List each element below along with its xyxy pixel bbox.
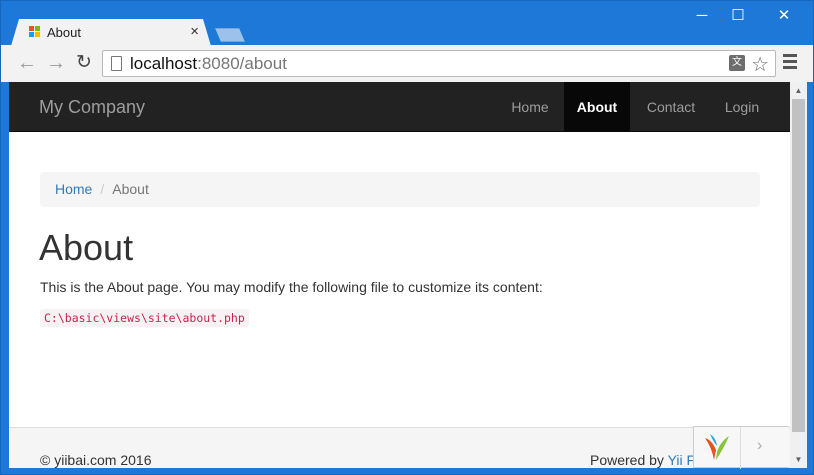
nav-about[interactable]: About [564,82,630,132]
file-path-code: C:\basic\views\site\about.php [40,309,249,327]
new-tab-button[interactable] [215,28,245,42]
url-host: localhost [130,54,198,73]
scroll-thumb[interactable] [792,99,805,432]
yii-logo-icon[interactable] [702,432,732,462]
breadcrumb-current: About [112,181,149,197]
url-path: :8080/about [197,54,287,73]
tab-title: About [47,25,81,40]
brand-link[interactable]: My Company [39,97,145,118]
scroll-down-icon[interactable]: ▼ [790,451,807,468]
url-text[interactable]: localhost:8080/about [130,54,287,74]
browser-tab[interactable]: About × [11,19,211,46]
title-bar: About × ─ ☐ ✕ [1,1,814,46]
copyright-text: © yiibai.com 2016 [40,452,152,468]
powered-by-prefix: Powered by [590,452,664,468]
browser-toolbar: ← → ↻ localhost:8080/about 文 ☆ [1,45,813,82]
page-title: About [39,227,134,268]
translate-icon[interactable]: 文 [729,55,745,71]
yii-debug-toolbar[interactable]: › [693,426,789,469]
maximize-button[interactable]: ☐ [718,5,758,27]
yii-framework-link[interactable]: Yii F [668,452,695,468]
page-description: This is the About page. You may modify t… [40,279,543,295]
browser-window: About × ─ ☐ ✕ ← → ↻ localhost:8080/about… [0,0,814,475]
page-footer: © yiibai.com 2016 Powered by Yii F [9,427,790,468]
vertical-scrollbar[interactable]: ▲ ▼ [790,82,807,468]
bookmark-star-icon[interactable]: ☆ [751,52,769,77]
tab-close-icon[interactable]: × [190,23,199,40]
nav-home[interactable]: Home [497,82,563,132]
page-icon [111,56,122,71]
breadcrumb: Home / About [40,172,760,207]
breadcrumb-separator: / [100,181,105,197]
address-bar[interactable]: localhost:8080/about 文 ☆ [102,50,776,77]
back-icon[interactable]: ← [17,52,37,74]
page-viewport: My Company Home About Contact Login Home… [9,82,790,468]
chevron-right-icon[interactable]: › [757,437,762,455]
favicon-icon [29,26,41,38]
nav-contact[interactable]: Contact [631,82,711,132]
powered-by-text: Powered by Yii F [590,452,695,468]
breadcrumb-home-link[interactable]: Home [55,181,92,197]
forward-icon[interactable]: → [46,52,66,74]
scroll-up-icon[interactable]: ▲ [790,82,807,99]
reload-icon[interactable]: ↻ [76,52,92,74]
minimize-button[interactable]: ─ [682,5,722,27]
menu-icon[interactable] [783,54,797,70]
close-window-button[interactable]: ✕ [764,5,804,27]
site-navbar: My Company Home About Contact Login [9,82,790,132]
widget-divider [740,427,741,469]
nav-login[interactable]: Login [711,82,773,132]
